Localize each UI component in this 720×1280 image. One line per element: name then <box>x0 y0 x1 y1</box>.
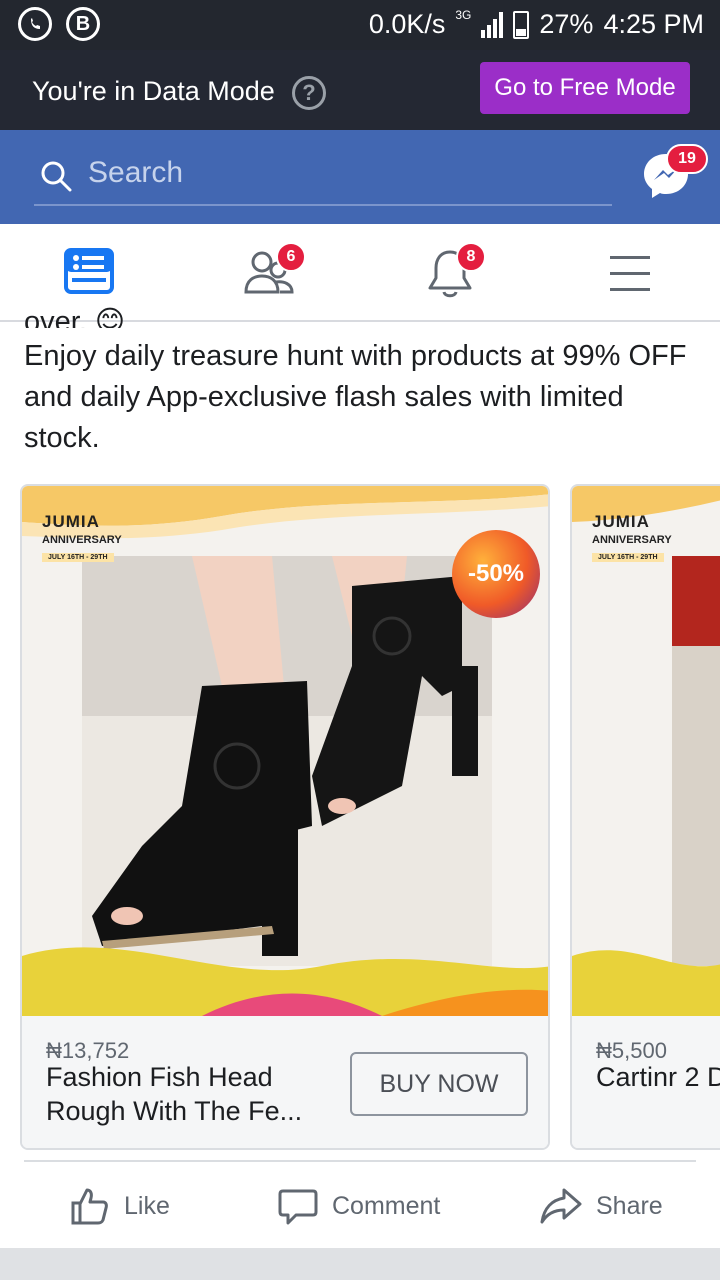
thumbs-up-icon <box>71 1188 108 1225</box>
product-name: Fashion Fish Head Rough With The Fe... <box>46 1062 303 1126</box>
battery-icon <box>513 10 530 39</box>
buy-now-button[interactable]: BUY NOW <box>350 1052 528 1116</box>
tab-news-feed[interactable] <box>62 246 122 300</box>
post-actions: Like Comment Share <box>24 1160 696 1248</box>
product-card[interactable]: JUMIA ANNIVERSARY JULY 16TH - 29TH -50% … <box>20 484 550 1150</box>
data-mode-title: You're in Data Mode <box>32 76 275 106</box>
product-image: JUMIA ANNIVERSARY JULY 16TH - 29TH <box>572 486 720 1016</box>
comment-button[interactable]: Comment <box>278 1184 440 1228</box>
clock: 4:25 PM <box>603 9 704 39</box>
friends-badge: 6 <box>276 242 306 272</box>
product-info: ₦13,752 Fashion Fish Head Rough With The… <box>22 1016 548 1148</box>
like-label: Like <box>124 1191 170 1220</box>
status-bar: B 0.0K/s 3G 27% 4:25 PM <box>0 0 720 50</box>
help-icon[interactable]: ? <box>292 76 326 110</box>
comment-icon <box>278 1189 318 1225</box>
messenger-badge: 19 <box>666 144 708 174</box>
network-type: 3G <box>455 7 472 22</box>
share-label: Share <box>596 1191 663 1220</box>
tab-friends[interactable]: 6 <box>240 242 306 300</box>
like-button[interactable]: Like <box>70 1184 170 1228</box>
messenger-button[interactable]: 19 <box>640 144 708 202</box>
signal-icon <box>481 11 504 38</box>
tab-menu[interactable] <box>606 246 666 300</box>
jumia-logo: JUMIA ANNIVERSARY JULY 16TH - 29TH <box>42 512 122 562</box>
search-icon <box>41 161 72 192</box>
net-speed: 0.0K/s <box>368 9 446 39</box>
battery-level: 27% <box>539 9 594 39</box>
product-info: ₦5,500 Cartinr 2 Designer <box>572 1016 720 1148</box>
search-bar <box>0 130 720 224</box>
comment-label: Comment <box>332 1191 441 1220</box>
news-feed-icon <box>64 248 114 294</box>
search-input[interactable] <box>88 156 588 190</box>
feed-divider <box>0 1248 720 1280</box>
data-mode-banner: You're in Data Mode ? Go to Free Mode <box>0 50 720 130</box>
product-name: Cartinr 2 Designer <box>596 1062 720 1092</box>
hamburger-menu-icon <box>610 256 650 291</box>
product-card[interactable]: JUMIA ANNIVERSARY JULY 16TH - 29TH ₦5,50… <box>570 484 720 1150</box>
share-icon <box>540 1188 582 1224</box>
post-text-clipped: over. 😊 <box>24 306 126 328</box>
jumia-logo: JUMIA ANNIVERSARY JULY 16TH - 29TH <box>592 512 672 562</box>
post-text: Enjoy daily treasure hunt with products … <box>24 340 687 454</box>
share-button[interactable]: Share <box>540 1184 663 1228</box>
product-image: JUMIA ANNIVERSARY JULY 16TH - 29TH -50% <box>22 486 548 1016</box>
notifications-badge: 8 <box>456 242 486 272</box>
discount-badge: -50% <box>452 530 540 618</box>
whatsapp-icon <box>18 7 52 41</box>
tab-notifications[interactable]: 8 <box>422 242 486 300</box>
b-app-icon: B <box>66 7 100 41</box>
free-mode-button[interactable]: Go to Free Mode <box>480 62 690 114</box>
search-field[interactable] <box>34 154 612 206</box>
